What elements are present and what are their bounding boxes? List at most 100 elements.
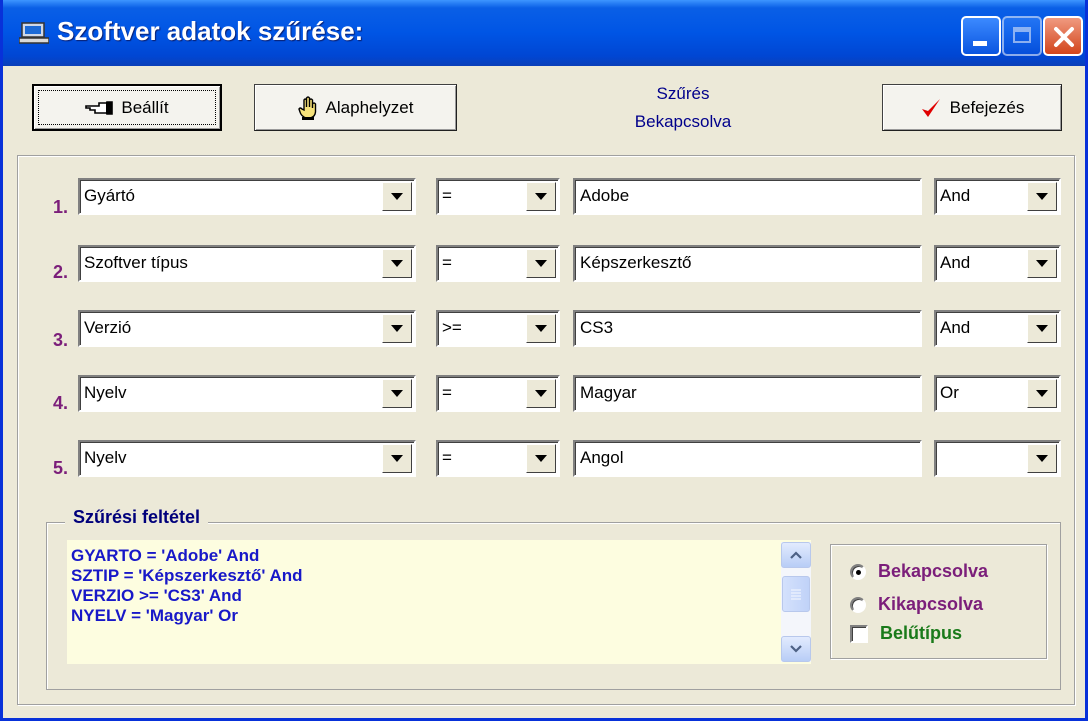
field-select[interactable]: Nyelv [78,440,416,477]
finish-button[interactable]: Befejezés [882,84,1062,131]
row-number: 5. [53,458,69,478]
radio-on[interactable] [850,563,866,580]
maximize-icon [1013,27,1031,43]
logic-select[interactable] [934,440,1061,477]
dropdown-arrow-icon[interactable] [382,379,412,408]
dropdown-arrow-icon[interactable] [1027,249,1057,278]
option-off[interactable]: Kikapcsolva [850,594,983,615]
chevron-down-icon [790,645,802,653]
option-off-label: Kikapcsolva [878,594,984,614]
dropdown-arrow-icon[interactable] [1027,444,1057,473]
value-input[interactable]: Angol [573,440,922,477]
option-inline-label: Belűtípus [880,623,963,643]
logic-value: And [940,186,971,205]
dropdown-arrow-icon[interactable] [1027,379,1057,408]
dropdown-arrow-icon[interactable] [526,379,556,408]
dropdown-arrow-icon[interactable] [526,314,556,343]
condition-line: SZTIP = 'Képszerkesztő' And [71,566,303,585]
radio-off[interactable] [850,596,866,613]
condition-line: VERZIO >= 'CS3' And [71,586,242,605]
title-bar[interactable]: Szoftver adatok szűrése: [3,0,1085,66]
dropdown-arrow-icon[interactable] [382,249,412,278]
logic-select[interactable]: And [934,178,1061,215]
field-value: Nyelv [84,383,127,402]
filter-status: Szűrés Bekapcsolva [583,80,783,136]
value-input[interactable]: Képszerkesztő [573,245,922,282]
value-text: Angol [580,448,624,467]
window-title: Szoftver adatok szűrése: [57,16,364,46]
field-value: Szoftver típus [84,253,188,272]
value-input[interactable]: Adobe [573,178,922,215]
value-input[interactable]: CS3 [573,310,922,347]
dropdown-arrow-icon[interactable] [526,444,556,473]
operator-value: >= [442,318,462,337]
value-input[interactable]: Magyar [573,375,922,412]
option-on-label: Bekapcsolva [878,561,989,581]
logic-value: And [940,318,971,337]
dropdown-arrow-icon[interactable] [1027,182,1057,211]
field-select[interactable]: Szoftver típus [78,245,416,282]
chevron-up-icon [790,551,802,559]
reset-button[interactable]: Alaphelyzet [254,84,457,131]
set-button[interactable]: Beállít [32,84,222,131]
operator-select[interactable]: >= [436,310,560,347]
operator-value: = [442,253,452,272]
condition-memo[interactable]: GYARTO = 'Adobe' And SZTIP = 'Képszerkes… [67,540,811,664]
dropdown-arrow-icon[interactable] [382,444,412,473]
reset-button-label: Alaphelyzet [325,97,414,117]
logic-value: Or [940,383,959,402]
condition-scrollbar[interactable] [781,542,811,662]
condition-title: Szűrési feltétel [65,507,209,528]
value-text: Adobe [580,186,630,205]
pointing-hand-icon [85,100,114,115]
value-text: CS3 [580,318,614,337]
dropdown-arrow-icon[interactable] [1027,314,1057,343]
field-select[interactable]: Gyártó [78,178,416,215]
condition-line: GYARTO = 'Adobe' And [71,546,260,565]
operator-select[interactable]: = [436,375,560,412]
status-line-1: Szűrés [656,84,710,103]
filter-window: Szoftver adatok szűrése: Beállít Alaphel… [0,0,1088,721]
maximize-button[interactable] [1002,16,1042,56]
close-button[interactable] [1043,16,1083,56]
value-text: Képszerkesztő [580,253,692,272]
logic-select[interactable]: And [934,310,1061,347]
logic-value: And [940,253,971,272]
scroll-up-button[interactable] [781,542,811,568]
scroll-down-button[interactable] [781,636,811,662]
grip-icon [791,589,801,600]
field-select[interactable]: Nyelv [78,375,416,412]
row-number: 1. [53,197,69,217]
row-number: 3. [53,330,69,350]
field-value: Gyártó [84,186,136,205]
logic-select[interactable]: Or [934,375,1061,412]
operator-select[interactable]: = [436,245,560,282]
option-on[interactable]: Bekapcsolva [850,561,988,582]
option-inline[interactable]: Belűtípus [850,623,962,644]
dropdown-arrow-icon[interactable] [382,182,412,211]
field-value: Verzió [84,318,132,337]
minimize-icon [973,41,987,46]
operator-select[interactable]: = [436,440,560,477]
scroll-thumb[interactable] [782,576,810,612]
dropdown-arrow-icon[interactable] [526,249,556,278]
field-value: Nyelv [84,448,127,467]
raised-hand-icon [297,95,316,120]
value-text: Magyar [580,383,637,402]
status-line-2: Bekapcsolva [634,112,732,131]
logic-select[interactable]: And [934,245,1061,282]
operator-value: = [442,448,452,467]
operator-value: = [442,383,452,402]
inline-checkbox[interactable] [850,624,868,643]
close-icon [1054,27,1074,47]
row-number: 2. [53,262,69,282]
dropdown-arrow-icon[interactable] [382,314,412,343]
operator-select[interactable]: = [436,178,560,215]
field-select[interactable]: Verzió [78,310,416,347]
condition-line: NYELV = 'Magyar' Or [71,606,238,625]
dropdown-arrow-icon[interactable] [526,182,556,211]
computer-icon [19,22,49,44]
checkmark-icon [921,98,940,117]
operator-value: = [442,186,452,205]
minimize-button[interactable] [961,16,1001,56]
